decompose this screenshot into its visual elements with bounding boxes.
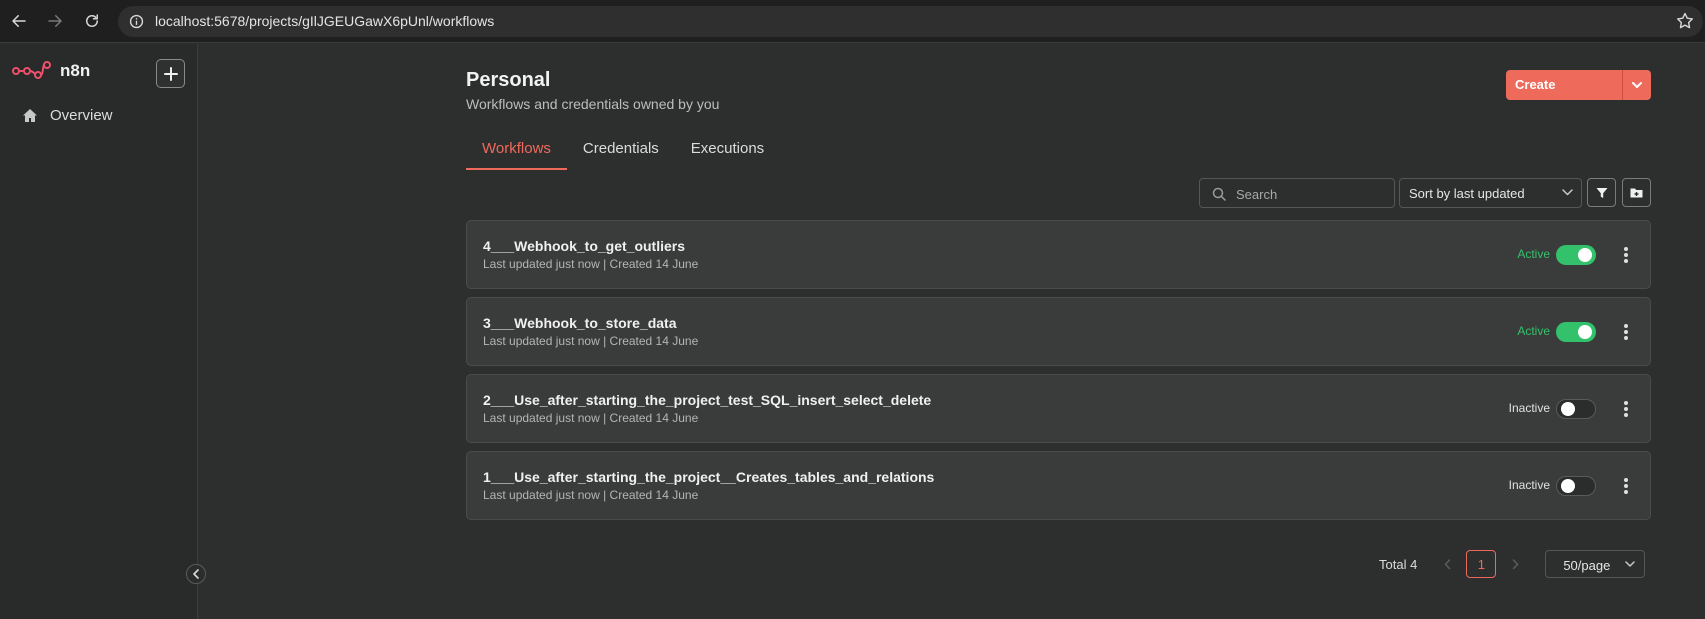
url-text: localhost:5678/projects/gIlJGEUGawX6pUnl…	[155, 13, 495, 29]
chevron-down-icon	[1562, 189, 1573, 196]
active-toggle[interactable]	[1556, 399, 1596, 419]
prev-page-button[interactable]	[1435, 552, 1459, 576]
workflow-meta: Last updated just now | Created 14 June	[483, 257, 699, 271]
active-toggle[interactable]	[1556, 322, 1596, 342]
arrow-right-icon	[48, 15, 62, 27]
workflow-name[interactable]: 4___Webhook_to_get_outliers	[483, 238, 685, 254]
sidebar-item-label: Overview	[50, 106, 113, 124]
filter-button[interactable]	[1587, 178, 1616, 207]
filter-icon	[1596, 187, 1607, 198]
toggle-knob	[1561, 479, 1575, 493]
workflow-status: Inactive	[1508, 478, 1550, 492]
reload-button[interactable]	[80, 9, 104, 33]
workflow-card[interactable]: 2___Use_after_starting_the_project_test_…	[466, 374, 1651, 443]
search-icon	[1212, 187, 1226, 201]
page-size-value: 50/page	[1563, 558, 1611, 573]
workflow-card[interactable]: 4___Webhook_to_get_outliers Last updated…	[466, 220, 1651, 289]
workflow-meta: Last updated just now | Created 14 June	[483, 334, 699, 348]
forward-button[interactable]	[43, 9, 67, 33]
tab-workflows[interactable]: Workflows	[466, 140, 567, 170]
bookmark-star-icon[interactable]	[1675, 11, 1695, 31]
tab-credentials[interactable]: Credentials	[567, 140, 675, 170]
workflow-list: 4___Webhook_to_get_outliers Last updated…	[466, 220, 1651, 528]
tabs: Workflows Credentials Executions	[466, 140, 780, 170]
address-bar[interactable]: localhost:5678/projects/gIlJGEUGawX6pUnl…	[118, 6, 1703, 37]
back-button[interactable]	[7, 9, 31, 33]
more-options-icon[interactable]	[1622, 321, 1630, 343]
sort-value: Sort by last updated	[1409, 186, 1525, 201]
sort-select[interactable]: Sort by last updated	[1399, 178, 1582, 208]
workflow-status: Active	[1517, 324, 1550, 338]
toggle-knob	[1578, 248, 1592, 262]
total-count: Total 4	[1379, 556, 1418, 572]
browser-toolbar: localhost:5678/projects/gIlJGEUGawX6pUnl…	[0, 0, 1705, 43]
more-options-icon[interactable]	[1622, 398, 1630, 420]
folder-plus-icon	[1630, 188, 1643, 198]
tab-executions[interactable]: Executions	[675, 140, 780, 170]
chevron-down-icon	[1625, 561, 1636, 567]
chevron-left-icon	[193, 569, 199, 579]
workflow-meta: Last updated just now | Created 14 June	[483, 411, 699, 425]
app-logo[interactable]: n8n	[12, 60, 90, 82]
more-options-icon[interactable]	[1622, 244, 1630, 266]
create-workflow-button[interactable]: Create Workflow	[1506, 70, 1622, 100]
workflow-name[interactable]: 1___Use_after_starting_the_project__Crea…	[483, 469, 934, 485]
workflow-card[interactable]: 1___Use_after_starting_the_project__Crea…	[466, 451, 1651, 520]
active-toggle[interactable]	[1556, 476, 1596, 496]
workflow-meta: Last updated just now | Created 14 June	[483, 488, 699, 502]
create-workflow-button-group: Create Workflow	[1506, 70, 1651, 100]
home-icon	[23, 108, 37, 122]
workflow-name[interactable]: 3___Webhook_to_store_data	[483, 315, 676, 331]
toggle-knob	[1578, 325, 1592, 339]
page-subtitle: Workflows and credentials owned by you	[466, 96, 720, 112]
sidebar-item-overview[interactable]: Overview	[10, 100, 186, 130]
sidebar: n8n Overview	[0, 44, 206, 619]
n8n-logo-icon	[12, 61, 51, 79]
workflow-name[interactable]: 2___Use_after_starting_the_project_test_…	[483, 392, 931, 408]
workflow-status: Inactive	[1508, 401, 1550, 415]
search-input[interactable]	[1236, 185, 1386, 203]
workflow-status: Active	[1517, 247, 1550, 261]
create-options-button[interactable]	[1622, 70, 1651, 100]
arrow-left-icon	[12, 15, 26, 27]
page-title: Personal	[466, 69, 551, 91]
collapse-sidebar-button[interactable]	[186, 564, 206, 584]
app-name: n8n	[60, 61, 91, 80]
reload-icon	[86, 14, 98, 27]
search-field	[1199, 178, 1395, 208]
new-folder-button[interactable]	[1622, 178, 1651, 207]
workflow-card[interactable]: 3___Webhook_to_store_data Last updated j…	[466, 297, 1651, 366]
page-size-select[interactable]: 50/page	[1545, 550, 1646, 578]
pagination: Total 4 1 50/page	[1379, 550, 1646, 578]
page-number[interactable]: 1	[1466, 550, 1497, 578]
add-button[interactable]	[156, 59, 185, 88]
more-options-icon[interactable]	[1622, 475, 1630, 497]
toggle-knob	[1561, 402, 1575, 416]
active-toggle[interactable]	[1556, 245, 1596, 265]
chevron-down-icon	[1632, 81, 1643, 88]
site-info-icon[interactable]	[128, 13, 145, 30]
chevron-right-icon	[1512, 558, 1519, 569]
chevron-left-icon	[1444, 558, 1451, 569]
next-page-button[interactable]	[1503, 552, 1527, 576]
plus-icon	[163, 66, 178, 81]
